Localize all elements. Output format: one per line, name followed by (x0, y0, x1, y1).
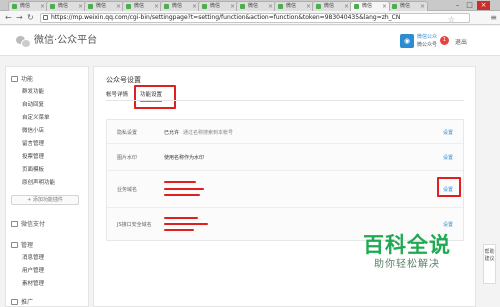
highlight-box-setting (437, 177, 461, 197)
wechat-logo-icon (16, 35, 31, 48)
close-tab-icon[interactable]: × (420, 2, 425, 11)
watermark-title: 百科全说 (363, 233, 451, 257)
close-tab-icon[interactable]: × (78, 2, 83, 11)
redaction-mark (164, 188, 204, 190)
browser-tab[interactable]: 微信 × (236, 1, 276, 11)
notification-badge[interactable]: 1 (440, 36, 449, 45)
sidebar-group-function: 功能 (11, 74, 33, 83)
sidebar-item-auto-reply[interactable]: 自动回复 (22, 100, 44, 108)
close-tab-icon[interactable]: × (154, 2, 159, 11)
settings-row-privacy: 隐私设置 已允许 通过名称搜索到本帐号 设置 (107, 120, 463, 144)
browser-tab[interactable]: 微信 × (312, 1, 352, 11)
sidebar-item-comments[interactable]: 留言管理 (22, 139, 44, 147)
close-tab-icon[interactable]: × (382, 2, 387, 11)
close-tab-icon[interactable]: × (268, 2, 273, 11)
site-logo[interactable]: 微信·公众平台 (16, 34, 97, 48)
account-sub: 微公众号 (417, 42, 438, 48)
promotion-icon (11, 298, 18, 305)
wallet-icon (11, 220, 18, 227)
close-tab-icon[interactable]: × (344, 2, 349, 11)
browser-tab[interactable]: 微信 × (274, 1, 314, 11)
tab-divider (106, 100, 464, 101)
tab-account-details[interactable]: 帐号详情 (106, 90, 128, 98)
sidebar-item-original-claim[interactable]: 原创声明功能 (22, 178, 55, 186)
watermark-subtitle: 助你轻松解决 (374, 259, 440, 270)
redaction-mark (164, 194, 200, 196)
settings-row-business-domain: 业务域名 设置 (107, 171, 463, 208)
js-domain-setting-link[interactable]: 设置 (443, 221, 453, 228)
logout-link[interactable]: 退出 (455, 37, 467, 46)
sidebar-group-manage: 管理 (11, 240, 33, 249)
logo-text: 微信·公众平台 (34, 35, 98, 46)
redaction-mark (164, 217, 198, 219)
browser-toolbar: ← → ↻ https://mp.weixin.qq.com/cgi-bin/s… (0, 11, 500, 25)
feedback-button[interactable]: 帮助建议 (483, 244, 496, 284)
browser-tab-strip: 微信 × 微信 × 微信 × 微信 × 微信 × 微信 × 微信 × 微信 × 微信 × 微信 × … (0, 0, 500, 11)
sidebar-item-mass-send[interactable]: 群发功能 (22, 87, 44, 95)
sidebar-item-messages[interactable]: 消息管理 (22, 253, 44, 261)
row-label: 隐私设置 (117, 130, 138, 136)
browser-tab[interactable]: 微信 × (84, 1, 124, 11)
account-info[interactable]: 微信公众 微公众号 (417, 33, 437, 49)
sidebar-item-custom-menu[interactable]: 自定义菜单 (22, 113, 50, 121)
browser-menu-icon[interactable]: ≡ (490, 13, 497, 23)
row-label: 业务域名 (117, 187, 138, 193)
site-header: 微信·公众平台 ◉ 微信公众 微公众号 1 退出 (0, 26, 500, 56)
close-tab-icon[interactable]: × (40, 2, 45, 11)
browser-tab[interactable]: 微信 × (122, 1, 162, 11)
browser-tab[interactable]: 微信 × (46, 1, 86, 11)
close-tab-icon[interactable]: × (230, 2, 235, 11)
row-value: 已允许 通过名称搜索到本帐号 (164, 130, 234, 136)
window-close-icon[interactable]: × (477, 1, 490, 10)
url-text: https://mp.weixin.qq.com/cgi-bin/setting… (51, 14, 401, 21)
account-name: 微信公众 (417, 34, 438, 40)
back-icon[interactable]: ← (5, 13, 12, 23)
sidebar-item-votes[interactable]: 投票管理 (22, 152, 44, 160)
function-icon (11, 75, 18, 82)
settings-row-watermark: 图片水印 使用名称作为水印 设置 (107, 144, 463, 171)
close-tab-icon[interactable]: × (116, 2, 121, 11)
browser-tab[interactable]: 微信 × (8, 1, 48, 11)
close-tab-icon[interactable]: × (192, 2, 197, 11)
watermark: 百科全说 助你轻松解决 (337, 232, 477, 272)
sidebar-item-users[interactable]: 用户管理 (22, 266, 44, 274)
minimize-icon[interactable]: – (452, 1, 463, 10)
browser-tab-active[interactable]: 微信 × (350, 1, 390, 11)
sidebar-group-promotion: 推广 (11, 297, 33, 306)
reload-icon[interactable]: ↻ (27, 13, 34, 23)
address-bar[interactable]: https://mp.weixin.qq.com/cgi-bin/setting… (40, 13, 470, 23)
sidebar-item-shop[interactable]: 微信小店 (22, 126, 44, 134)
privacy-setting-link[interactable]: 设置 (443, 129, 453, 136)
sidebar-item-materials[interactable]: 素材管理 (22, 279, 44, 287)
row-value: 使用名称作为水印 (164, 155, 205, 161)
add-plugin-button[interactable]: + 添加功能插件 (11, 195, 79, 205)
row-label: 图片水印 (117, 155, 138, 161)
maximize-icon[interactable]: □ (464, 1, 475, 10)
redaction-mark (164, 223, 208, 225)
highlight-box-tab (134, 85, 176, 109)
browser-tab[interactable]: 微信 × (198, 1, 238, 11)
redaction-mark (164, 229, 194, 231)
manage-icon (11, 241, 18, 248)
lock-icon (43, 15, 48, 20)
browser-tab[interactable]: 微信 × (160, 1, 200, 11)
sidebar-group-wechat-pay[interactable]: 微信支付 (11, 219, 45, 228)
page-title: 公众号设置 (106, 76, 141, 84)
row-note: 通过名称搜索到本帐号 (183, 130, 234, 136)
row-label: JS接口安全域名 (117, 222, 152, 228)
browser-tab[interactable]: 微信 × (388, 1, 428, 11)
avatar[interactable]: ◉ (400, 34, 414, 48)
watermark-setting-link[interactable]: 设置 (443, 154, 453, 161)
forward-icon[interactable]: → (16, 13, 23, 23)
bookmark-star-icon[interactable]: ☆ (448, 15, 455, 22)
close-tab-icon[interactable]: × (306, 2, 311, 11)
sidebar-item-page-templates[interactable]: 页面模板 (22, 165, 44, 173)
redaction-mark (164, 181, 196, 183)
settings-table: 隐私设置 已允许 通过名称搜索到本帐号 设置 图片水印 使用名称作为水印 设置 业… (106, 119, 464, 241)
sidebar: 功能 群发功能 自动回复 自定义菜单 微信小店 留言管理 投票管理 页面模板 原… (5, 66, 89, 307)
